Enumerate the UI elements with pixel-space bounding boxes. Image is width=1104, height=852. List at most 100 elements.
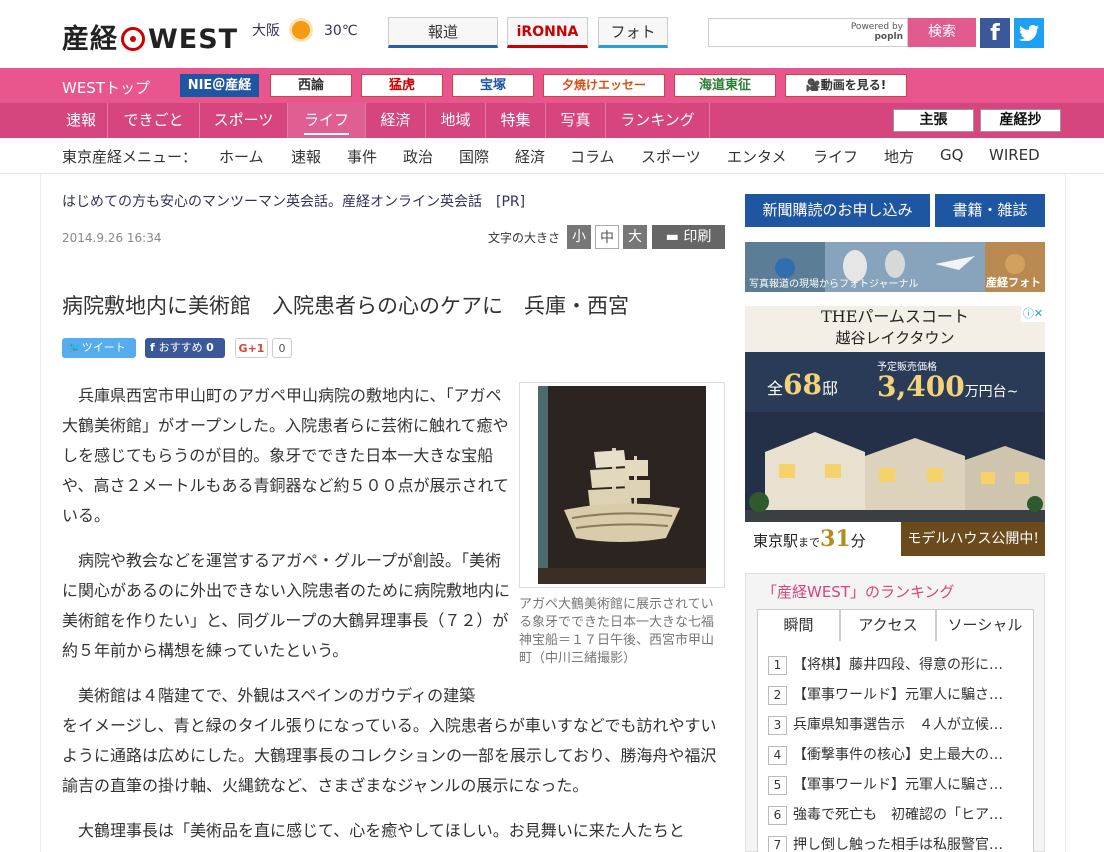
treasure-ship-image: [538, 386, 706, 584]
rank-number: 6: [768, 806, 787, 825]
tokyo-life[interactable]: ライフ: [813, 146, 858, 167]
ad-title: THEパームスコート 越谷レイクタウン: [745, 306, 1045, 352]
ad-count: 全68邸: [767, 368, 838, 401]
nav-shucho[interactable]: 主張: [893, 109, 974, 132]
top-header: 産経 WEST 大阪 30℃ 報道 iRONNA フォト Powered by pop…: [0, 0, 1104, 68]
ranking-title: 「産経WEST」のランキング: [762, 583, 955, 601]
section-nav: 速報 できごと スポーツ ライフ 経済 地域 特集 写真 ランキング 主張 産経…: [0, 103, 1104, 138]
ad-info-icon[interactable]: ⓘ✕: [1021, 306, 1045, 322]
tokyo-kokusai[interactable]: 国際: [459, 146, 489, 167]
rank-number: 1: [768, 656, 787, 675]
nav-sports[interactable]: スポーツ: [200, 103, 288, 138]
nav-sokuho[interactable]: 速報: [55, 103, 108, 138]
tokyo-jiken[interactable]: 事件: [347, 146, 377, 167]
site-logo[interactable]: 産経 WEST: [62, 17, 238, 56]
ranking-item[interactable]: 6 強毒で死亡も 初確認の「ヒア…: [768, 805, 1003, 825]
font-size-medium[interactable]: 中: [595, 225, 619, 249]
advertisement[interactable]: THEパームスコート 越谷レイクタウン ⓘ✕ 予定販売価格 全68邸 3,400…: [745, 306, 1045, 556]
nav-dekigoto[interactable]: できごと: [108, 103, 200, 138]
rank-number: 7: [768, 836, 787, 852]
print-button[interactable]: ▬ 印刷: [652, 225, 725, 249]
nav-kaido-tosei[interactable]: 海道東征: [674, 74, 776, 97]
tab-shunkan[interactable]: 瞬間: [757, 609, 840, 642]
nav-shashin[interactable]: 写真: [546, 103, 606, 138]
tokyo-chiho[interactable]: 地方: [884, 146, 914, 167]
font-size-large[interactable]: 大: [623, 225, 647, 249]
ironna-button[interactable]: iRONNA: [507, 17, 588, 48]
subscribe-button[interactable]: 新聞購読のお申し込み: [745, 194, 930, 227]
camera-icon: 🎥: [805, 78, 821, 92]
ad-cta[interactable]: モデルハウス公開中!: [901, 522, 1045, 556]
article-headline: 病院敷地内に美術館 入院患者らの心のケアに 兵庫・西宮: [62, 294, 629, 318]
nav-takarazuka[interactable]: 宝塚: [452, 74, 534, 97]
ranking-item[interactable]: 3 兵庫県知事選告示 ４人が立候…: [768, 715, 1003, 735]
tokyo-column[interactable]: コラム: [570, 146, 615, 167]
photo-journal-label: 写真報道の現場からフォトジャーナル: [749, 279, 919, 290]
nav-sankeisho[interactable]: 産経抄: [980, 109, 1061, 132]
gplus-button[interactable]: G+1: [235, 338, 268, 358]
showcase-base: [538, 568, 706, 584]
nav-yuyake-essay[interactable]: 夕焼けエッセー: [543, 74, 665, 97]
tokyo-sports[interactable]: スポーツ: [641, 146, 701, 167]
tweet-button[interactable]: 🐦ツイート: [62, 338, 136, 358]
printer-icon: ▬: [665, 229, 684, 245]
weather-widget: 大阪 30℃: [252, 20, 358, 40]
facebook-recommend-button[interactable]: f おすすめ 0: [145, 338, 225, 358]
nav-seiron[interactable]: 西論: [270, 74, 352, 97]
nav-nie[interactable]: NIE＠産経: [180, 74, 259, 97]
facebook-icon[interactable]: f: [980, 18, 1010, 48]
article-date: 2014.9.26 16:34: [62, 231, 162, 245]
tokyo-seiji[interactable]: 政治: [403, 146, 433, 167]
paragraph: 大鶴理事長は「美術品を直に感じて、心を癒やしてほしい。お見舞いに来た人たちと: [78, 821, 685, 840]
books-button[interactable]: 書籍・雑誌: [935, 194, 1045, 227]
nav-chiiki[interactable]: 地域: [426, 103, 486, 138]
tab-social[interactable]: ソーシャル: [936, 609, 1034, 642]
nav-ranking[interactable]: ランキング: [606, 103, 710, 138]
ranking-panel: 「産経WEST」のランキング 瞬間 アクセス ソーシャル 1 【将棋】藤井四段、得…: [745, 573, 1045, 852]
ranking-item[interactable]: 5 【軍事ワールド】元軍人に騙さ…: [768, 775, 1003, 795]
gplus-count: 0: [272, 338, 292, 358]
pr-link[interactable]: はじめての方も安心のマンツーマン英会話。産経オンライン英会話 [PR]: [62, 191, 525, 211]
nav-video[interactable]: 🎥動画を見る!: [785, 74, 907, 97]
tokyo-gq[interactable]: GQ: [940, 146, 963, 164]
ranking-item[interactable]: 7 押し倒し触った相手は私服警官…: [768, 835, 1003, 852]
nav-west-top[interactable]: WESTトップ: [62, 77, 150, 98]
paragraph: をイメージし、青と緑のタイル張りになっている。入院患者らが車いすなどでも訪れやす…: [62, 716, 717, 795]
houses-illustration: [745, 412, 1045, 522]
tab-access[interactable]: アクセス: [840, 609, 936, 642]
tokyo-wired[interactable]: WIRED: [989, 146, 1040, 164]
article-photo[interactable]: [519, 382, 725, 588]
rank-number: 5: [768, 776, 787, 795]
search-input[interactable]: Powered by popln: [708, 18, 908, 47]
tokyo-sokuho[interactable]: 速報: [291, 146, 321, 167]
ranking-item[interactable]: 2 【軍事ワールド】元軍人に騙さ…: [768, 685, 1003, 705]
font-size-small[interactable]: 小: [567, 225, 591, 249]
ad-price: 3,400万円台~: [877, 370, 1019, 403]
ranking-list: 1 【将棋】藤井四段、得意の形に… 2 【軍事ワールド】元軍人に騙さ… 3 兵庫県知事…: [757, 641, 1034, 852]
paragraph: 病院や教会などを運営するアガペ・グループが創設。「美術に関心があるのに外出できな…: [62, 551, 511, 660]
ranking-item[interactable]: 1 【将棋】藤井四段、得意の形に…: [768, 655, 1003, 675]
logo-text: 産経: [62, 24, 118, 55]
news-button[interactable]: 報道: [388, 17, 498, 48]
ranking-item[interactable]: 4 【衝撃事件の核心】史上最大の…: [768, 745, 1003, 765]
nav-moko[interactable]: 猛虎: [361, 74, 443, 97]
tokyo-home[interactable]: ホーム: [219, 146, 264, 167]
nav-keizai[interactable]: 経済: [366, 103, 426, 138]
sun-icon: [292, 21, 310, 39]
tokyo-menu: 東京産経メニュー： ホーム 速報 事件 政治 国際 経済 コラム スポーツ エン…: [0, 138, 1104, 174]
ad-bottom: 東京駅まで31分 モデルハウス公開中!: [745, 522, 1045, 556]
paragraph: 美術館は４階建てで、外観はスペインのガウディの建築: [78, 686, 476, 705]
tokyo-keizai[interactable]: 経済: [515, 146, 545, 167]
logo-mark-icon: [121, 27, 145, 51]
ad-price-bar: 予定販売価格 全68邸 3,400万円台~: [745, 352, 1045, 412]
tokyo-entame[interactable]: エンタメ: [727, 146, 787, 167]
photo-button[interactable]: フォト: [598, 17, 668, 48]
weather-temp: 30℃: [324, 23, 358, 39]
rank-number: 2: [768, 686, 787, 705]
nav-life[interactable]: ライフ: [288, 103, 366, 138]
twitter-icon[interactable]: [1014, 18, 1044, 48]
nav-tokushu[interactable]: 特集: [486, 103, 546, 138]
search-button[interactable]: 検索: [908, 18, 976, 47]
paragraph: 兵庫県西宮市甲山町のアガペ甲山病院の敷地内に、「アガペ大鶴美術館」がオープンした…: [62, 386, 510, 525]
photo-journal-banner[interactable]: 写真報道の現場からフォトジャーナル 産経フォト: [745, 242, 1045, 292]
